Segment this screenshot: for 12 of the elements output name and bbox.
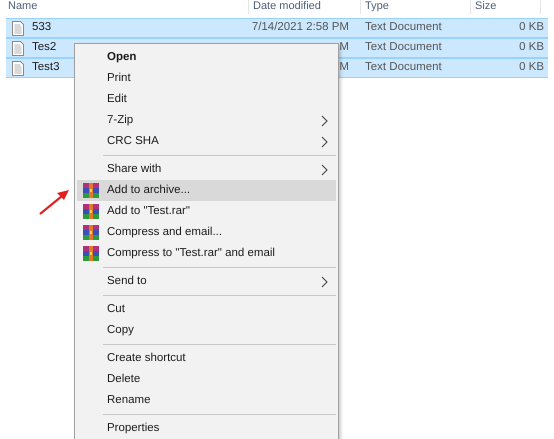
file-name: Tes2 <box>32 40 56 56</box>
type-cell: Text Document <box>365 41 442 54</box>
size-cell: 0 KB <box>519 21 544 34</box>
size-cell: 0 KB <box>519 61 544 74</box>
file-name: 533 <box>32 20 52 36</box>
type-cell: Text Document <box>365 21 442 34</box>
size-cell: 0 KB <box>519 41 544 54</box>
date-cell: 7/14/2021 2:58 PM <box>252 21 349 34</box>
date-cell: M <box>339 41 349 54</box>
type-cell: Text Document <box>365 61 442 74</box>
date-cell: M <box>339 61 349 74</box>
file-name: Test3 <box>32 60 60 76</box>
